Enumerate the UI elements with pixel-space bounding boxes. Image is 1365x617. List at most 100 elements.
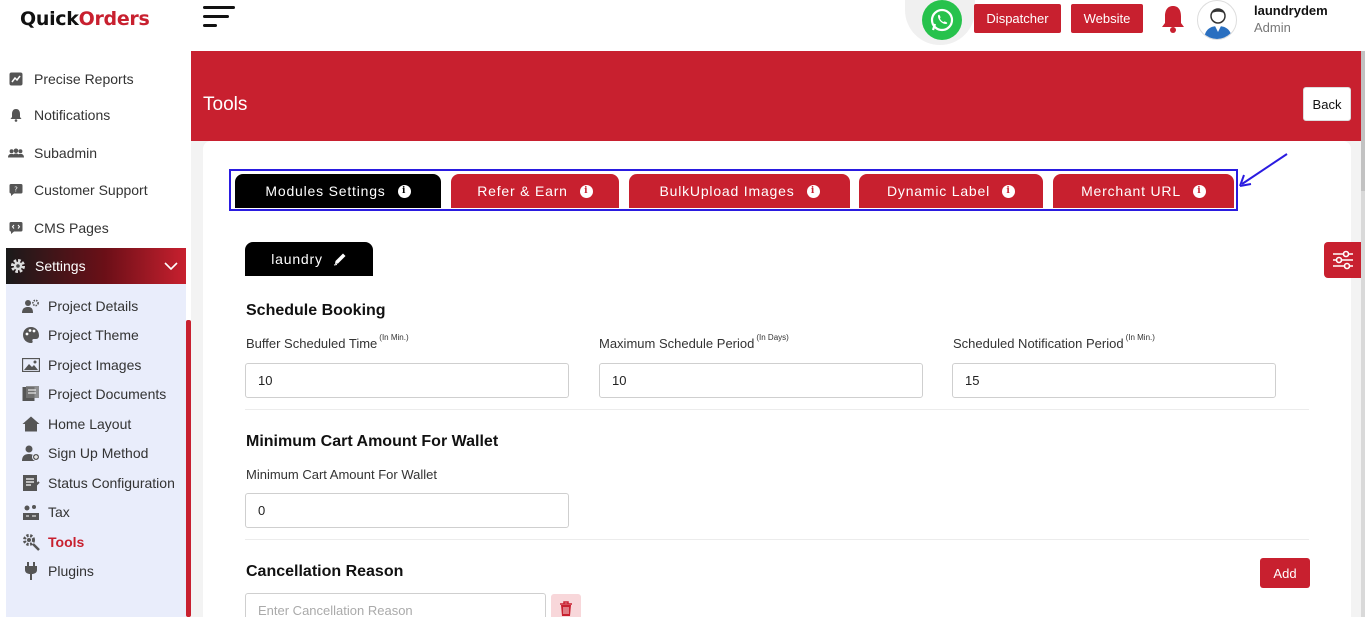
bell-icon [8,107,24,123]
sidebar-item-label: Customer Support [34,182,148,198]
chevron-down-icon [164,258,178,274]
schedule-booking-title: Schedule Booking [246,302,386,319]
cancellation-reason-input[interactable] [245,593,546,617]
sidebar-subitem-label: Tools [48,534,85,550]
page-scrollbar[interactable] [1361,51,1365,617]
tab-label: Dynamic Label [887,183,990,199]
brand-logo[interactable]: QuickOrders [20,8,150,30]
sidebar-subitem-label: Plugins [48,563,94,579]
tab-label: BulkUpload Images [659,183,795,199]
sidebar-subitem-status-configuration[interactable]: Status Configuration [22,472,175,494]
filter-settings-icon[interactable] [1324,242,1361,278]
status-icon [22,474,40,492]
documents-icon [22,385,40,403]
sidebar-subitem-label: Project Images [48,357,142,373]
min-cart-input[interactable] [245,493,569,528]
info-icon[interactable]: i [579,184,593,198]
sidebar-subitem-tools[interactable]: Tools [22,531,84,553]
sidebar-item-label: Notifications [34,107,111,123]
maximum-schedule-period-input[interactable] [599,363,923,398]
tax-icon [22,503,40,521]
page-scrollbar-thumb[interactable] [1361,51,1365,191]
buffer-scheduled-time-label: Buffer Scheduled Time (In Min.) [246,333,409,351]
sidebar-subitem-tax[interactable]: Tax [22,501,70,523]
sidebar-item-notifications[interactable]: Notifications [8,103,110,127]
maximum-schedule-period-label: Maximum Schedule Period (In Days) [599,333,789,351]
sidebar-scrollbar[interactable] [186,320,191,617]
info-icon[interactable]: i [806,184,820,198]
sidebar-subitem-project-details[interactable]: Project Details [22,295,138,317]
sidebar-subitem-label: Project Theme [48,327,139,343]
avatar[interactable] [1197,0,1237,40]
tab-label: Modules Settings [265,183,386,199]
buffer-scheduled-time-input[interactable] [245,363,569,398]
tab-dynamic-label[interactable]: Dynamic Label i [859,174,1043,208]
sidebar-subitem-label: Sign Up Method [48,445,149,461]
svg-text:?: ? [14,186,18,194]
top-bar [191,0,1365,51]
page-title: Tools [203,94,248,115]
info-icon[interactable]: i [397,184,411,198]
sidebar-item-customer-support[interactable]: ? Customer Support [8,178,148,202]
website-button[interactable]: Website [1071,4,1143,33]
page-header-band [191,51,1361,141]
info-icon[interactable]: i [1192,184,1206,198]
whatsapp-icon[interactable] [922,0,962,40]
plug-icon [22,562,40,580]
sidebar-subitem-plugins[interactable]: Plugins [22,560,94,582]
palette-icon [22,326,40,344]
sidebar-item-settings[interactable]: Settings [6,248,186,284]
delete-trash-icon[interactable] [551,594,581,617]
tools-icon [22,533,40,551]
annotation-arrow-icon [1239,153,1288,187]
info-icon[interactable]: i [1002,184,1015,198]
chart-icon [8,71,24,87]
tab-modules-settings[interactable]: Modules Settings i [235,174,441,208]
tab-bulkupload-images[interactable]: BulkUpload Images i [629,174,850,208]
min-cart-title: Minimum Cart Amount For Wallet [246,433,499,450]
sidebar-item-label: Subadmin [34,145,98,161]
user-name: laundrydem [1254,3,1328,18]
sidebar-item-precise-reports[interactable]: Precise Reports [8,67,134,91]
scheduled-notification-period-label: Scheduled Notification Period (In Min.) [953,333,1155,351]
tab-refer-earn[interactable]: Refer & Earn i [451,174,619,208]
section-divider [245,539,1309,540]
add-cancellation-reason-button[interactable]: Add [1260,558,1310,588]
tab-label: Refer & Earn [477,183,568,199]
gear-icon [9,257,27,275]
menu-toggle-icon[interactable] [203,6,235,30]
sidebar-subitem-label: Status Configuration [48,475,175,491]
module-tab-laundry[interactable]: laundry [245,242,373,276]
sidebar-item-cms-pages[interactable]: CMS Pages [8,216,109,240]
dispatcher-button[interactable]: Dispatcher [974,4,1061,33]
settings-submenu: Project Details Project Theme Project Im… [6,284,186,617]
sidebar-subitem-sign-up-method[interactable]: Sign Up Method [22,442,148,464]
module-tab-label: laundry [271,251,323,267]
edit-pencil-icon[interactable] [333,252,347,266]
section-divider [245,409,1309,410]
code-icon [8,220,24,236]
sidebar-subitem-project-images[interactable]: Project Images [22,354,141,376]
chat-icon: ? [8,182,24,198]
tab-merchant-url[interactable]: Merchant URL i [1053,174,1234,208]
scheduled-notification-period-input[interactable] [952,363,1276,398]
user-add-icon [22,444,40,462]
users-icon [8,145,24,161]
notification-bell-icon[interactable] [1160,4,1186,34]
sidebar-item-subadmin[interactable]: Subadmin [8,141,97,165]
sidebar-item-label: Settings [35,258,86,274]
sidebar-subitem-label: Project Documents [48,386,167,402]
image-icon [22,356,40,374]
back-button[interactable]: Back [1303,87,1351,121]
home-icon [22,415,40,433]
min-cart-label: Minimum Cart Amount For Wallet [246,467,437,482]
person-gear-icon [22,297,40,315]
sidebar-subitem-project-theme[interactable]: Project Theme [22,324,139,346]
user-role: Admin [1254,20,1291,35]
sidebar-subitem-home-layout[interactable]: Home Layout [22,413,131,435]
sidebar-subitem-label: Home Layout [48,416,132,432]
cancellation-reason-title: Cancellation Reason [246,563,404,580]
sidebar-subitem-label: Project Details [48,298,139,314]
sidebar-subitem-project-documents[interactable]: Project Documents [22,383,166,405]
sidebar-subitem-label: Tax [48,504,70,520]
